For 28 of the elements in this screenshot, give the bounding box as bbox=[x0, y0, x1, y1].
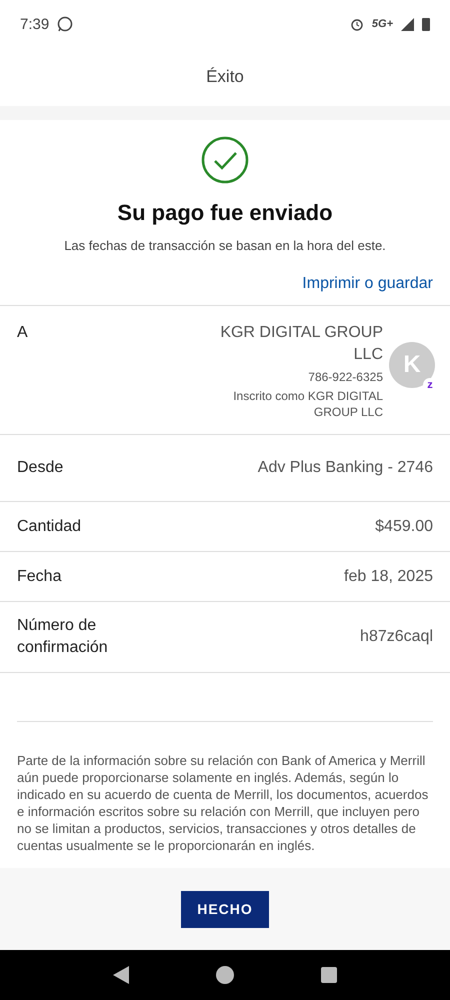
clock-time: 7:39 bbox=[20, 16, 50, 32]
screen-title: Éxito bbox=[206, 67, 244, 87]
print-save-link[interactable]: Imprimir o guardar bbox=[302, 275, 433, 293]
recipient-phone: 786-922-6325 bbox=[308, 369, 383, 385]
disclaimer-text: Parte de la información sobre su relación con Bank of America y Merrill aún puede proporcionarse solamente en inglés. Además, según lo indicado en su acuerdo de cuenta de Merrill, los documentos, acuerdos e información escritos sobre su relación con Merrill, que incluyen pero no se limitan a productos, servicios, transacciones y otros detalles de cuentas usualmente se le proporcionarán en inglés. bbox=[16, 752, 430, 855]
detail-label: Fecha bbox=[17, 566, 62, 586]
detail-value: Adv Plus Banking - 2746 bbox=[256, 459, 433, 477]
network-type: 5G+ bbox=[372, 18, 393, 30]
timezone-note: Las fechas de transacción se basan en la hora del este. bbox=[64, 238, 386, 253]
success-heading: Su pago fue enviado bbox=[117, 200, 333, 226]
battery-icon bbox=[422, 17, 430, 31]
checkmark-circle-icon bbox=[201, 136, 249, 184]
chat-bubble-icon bbox=[57, 16, 74, 32]
detail-label: Número de confirmación bbox=[17, 616, 109, 658]
recents-icon[interactable] bbox=[320, 967, 337, 983]
detail-value: feb 18, 2025 bbox=[343, 568, 433, 586]
home-icon[interactable] bbox=[216, 966, 234, 984]
signal-icon bbox=[401, 18, 414, 30]
detail-label: Cantidad bbox=[17, 516, 82, 536]
done-button[interactable]: HECHO bbox=[181, 890, 269, 928]
recipient-name: KGR DIGITAL GROUP LLC bbox=[219, 323, 383, 365]
enrollment-note: Inscrito como KGR DIGITAL GROUP LLC bbox=[232, 388, 383, 420]
detail-label: Desde bbox=[17, 458, 64, 478]
back-icon[interactable] bbox=[113, 966, 130, 984]
detail-value: $459.00 bbox=[374, 518, 433, 536]
detail-label: A bbox=[17, 323, 29, 343]
alarm-icon bbox=[350, 17, 364, 31]
detail-value: h87z6caql bbox=[359, 628, 433, 646]
